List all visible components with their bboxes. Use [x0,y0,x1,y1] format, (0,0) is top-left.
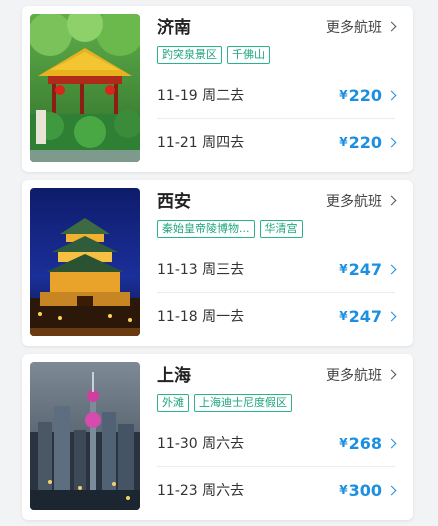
destination-photo[interactable] [30,362,140,510]
currency-symbol: ¥ [339,88,348,102]
attraction-tag[interactable]: 千佛山 [227,46,270,64]
currency-symbol: ¥ [339,309,348,323]
flight-price: ¥247 [339,259,397,279]
currency-symbol: ¥ [339,135,348,149]
more-flights-label: 更多航班 [326,368,382,384]
pavilion-photo-icon [30,14,140,162]
flight-row[interactable]: 11-23 周六去 ¥300 [157,466,397,513]
flight-date: 11-23 周六去 [157,483,245,499]
price-value: 247 [348,259,382,279]
attraction-tag[interactable]: 华清宫 [259,220,303,238]
flight-date: 11-18 周一去 [157,309,245,325]
chevron-right-icon [386,311,397,321]
price-value: 247 [348,306,382,326]
chevron-right-icon [386,90,397,100]
flight-row[interactable]: 11-19 周二去 ¥220 [157,72,397,118]
flight-price: ¥247 [339,306,397,326]
flight-date: 11-13 周三去 [157,262,245,278]
more-flights-label: 更多航班 [326,20,382,36]
destination-city: 上海 [157,366,191,386]
chevron-right-icon [386,369,397,380]
currency-symbol: ¥ [339,436,348,450]
destination-card-shanghai[interactable]: 上海 更多航班 外滩 上海迪士尼度假区 11-30 周六去 ¥268 11-23… [22,354,413,520]
flight-price: ¥220 [339,132,397,152]
chevron-right-icon [386,21,397,32]
destination-list: 济南 更多航班 趵突泉景区 千佛山 11-19 周二去 ¥220 11-21 周… [0,0,438,526]
currency-symbol: ¥ [339,483,348,497]
flight-row[interactable]: 11-21 周四去 ¥220 [157,118,397,165]
attraction-tag[interactable]: 秦始皇帝陵博物... [157,220,255,238]
attraction-tags: 外滩 上海迪士尼度假区 [157,394,292,412]
chevron-right-icon [386,485,397,495]
more-flights-link[interactable]: 更多航班 [326,18,397,38]
currency-symbol: ¥ [339,262,348,276]
flight-price: ¥220 [339,85,397,105]
more-flights-label: 更多航班 [326,194,382,210]
flight-date: 11-19 周二去 [157,88,245,104]
price-value: 220 [348,132,382,152]
destination-card-jinan[interactable]: 济南 更多航班 趵突泉景区 千佛山 11-19 周二去 ¥220 11-21 周… [22,6,413,172]
attraction-tags: 秦始皇帝陵博物... 华清宫 [157,220,303,238]
destination-photo[interactable] [30,14,140,162]
chevron-right-icon [386,137,397,147]
destination-card-xian[interactable]: 西安 更多航班 秦始皇帝陵博物... 华清宫 11-13 周三去 ¥247 11… [22,180,413,346]
destination-photo[interactable] [30,188,140,336]
chevron-right-icon [386,438,397,448]
attraction-tags: 趵突泉景区 千佛山 [157,46,270,64]
chevron-right-icon [386,195,397,206]
flight-row[interactable]: 11-30 周六去 ¥268 [157,420,397,466]
destination-city: 济南 [157,18,191,38]
flight-row[interactable]: 11-13 周三去 ¥247 [157,246,397,292]
flight-date: 11-30 周六去 [157,436,245,452]
flight-price: ¥300 [339,480,397,500]
flight-row[interactable]: 11-18 周一去 ¥247 [157,292,397,339]
skyline-photo-icon [30,362,140,510]
price-value: 268 [348,433,382,453]
price-value: 220 [348,85,382,105]
destination-city: 西安 [157,192,191,212]
price-value: 300 [348,480,382,500]
more-flights-link[interactable]: 更多航班 [326,192,397,212]
more-flights-link[interactable]: 更多航班 [326,366,397,386]
attraction-tag[interactable]: 上海迪士尼度假区 [194,394,292,412]
bell-tower-photo-icon [30,188,140,336]
flight-price: ¥268 [339,433,397,453]
flight-date: 11-21 周四去 [157,135,245,151]
attraction-tag[interactable]: 趵突泉景区 [157,46,222,64]
chevron-right-icon [386,264,397,274]
attraction-tag[interactable]: 外滩 [157,394,189,412]
